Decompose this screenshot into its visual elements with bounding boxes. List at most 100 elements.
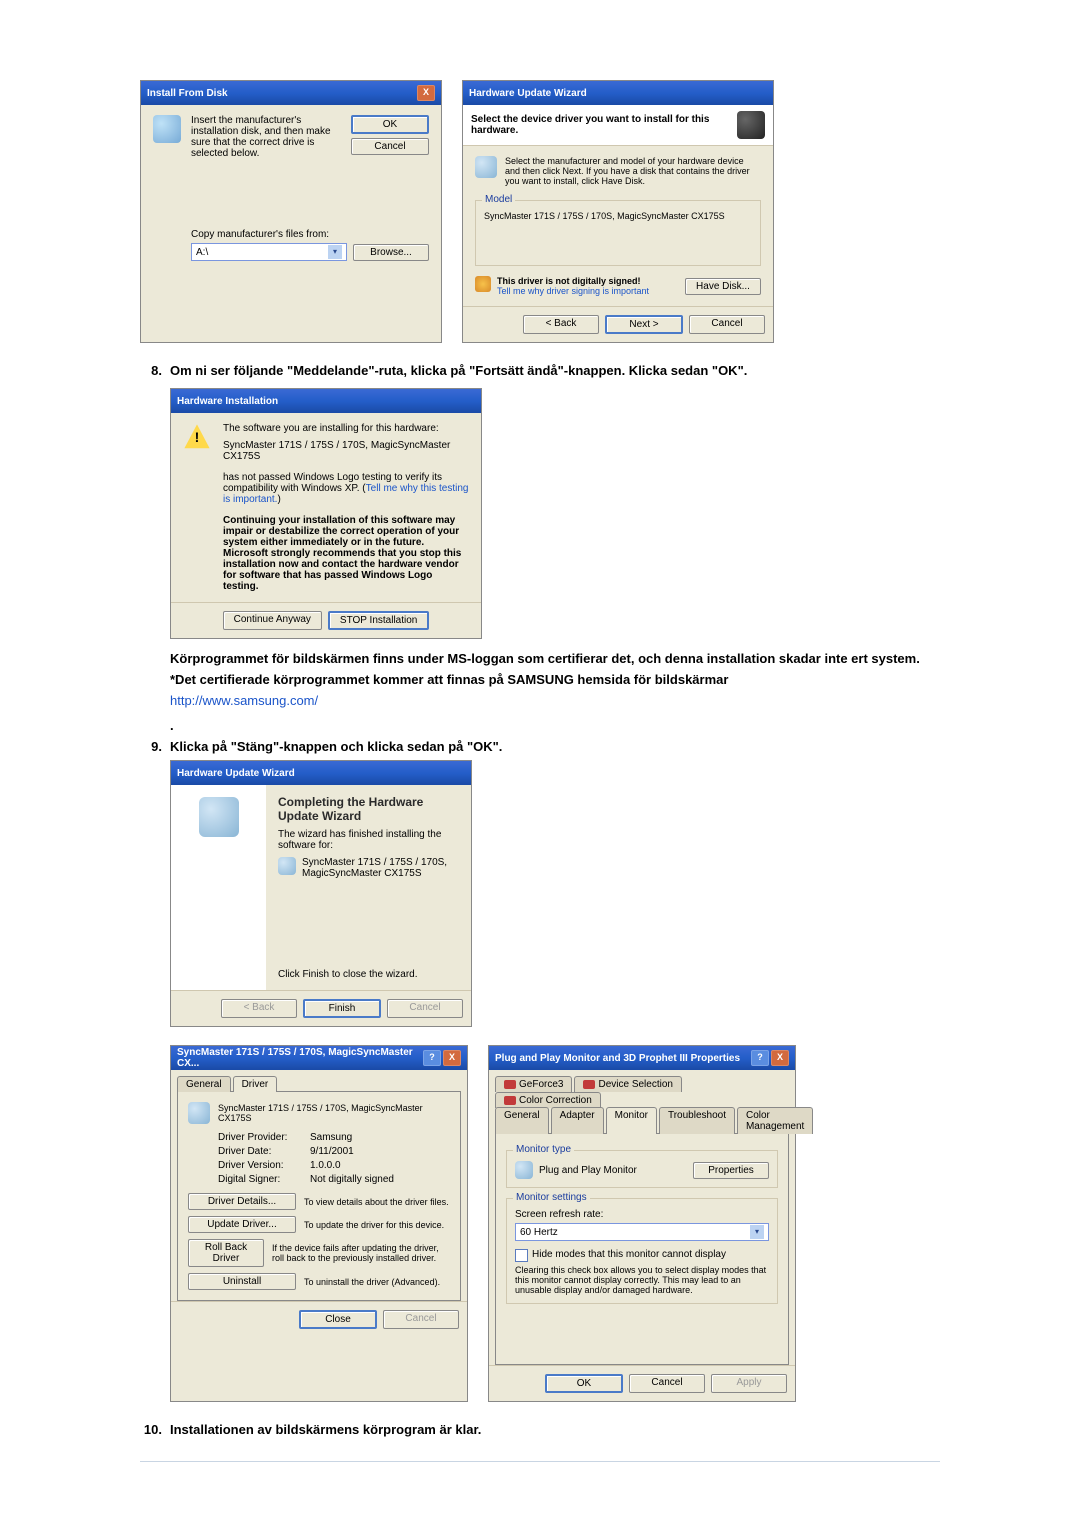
tab-general-m[interactable]: General (495, 1107, 549, 1134)
monitor-icon (515, 1161, 533, 1179)
tab-general[interactable]: General (177, 1076, 231, 1092)
chevron-down-icon[interactable]: ▾ (750, 1225, 764, 1239)
rollback-driver-button[interactable]: Roll Back Driver (188, 1239, 264, 1267)
hw-install-line1: The software you are installing for this… (223, 423, 469, 434)
next-button[interactable]: Next > (605, 315, 683, 334)
help-icon[interactable]: ? (751, 1050, 769, 1066)
monitor-settings-label: Monitor settings (513, 1192, 590, 1203)
chevron-down-icon[interactable]: ▾ (328, 245, 342, 259)
not-signed-warning: This driver is not digitally signed! (497, 276, 641, 286)
after-step8-p1: Körprogrammet för bildskärmen finns unde… (170, 651, 940, 666)
tab-geforce3[interactable]: GeForce3 (495, 1076, 572, 1092)
continue-anyway-button[interactable]: Continue Anyway (223, 611, 322, 630)
back-button[interactable]: < Back (523, 315, 599, 334)
update-driver-button[interactable]: Update Driver... (188, 1216, 296, 1233)
hw-complete-dialog: Hardware Update Wizard Completing the Ha… (170, 760, 472, 1027)
tab-device-selection[interactable]: Device Selection (574, 1076, 681, 1092)
samsung-link[interactable]: http://www.samsung.com/ (170, 693, 318, 708)
close-icon[interactable]: X (771, 1050, 789, 1066)
finish-button[interactable]: Finish (303, 999, 381, 1018)
close-icon[interactable]: X (443, 1050, 461, 1066)
tab-troubleshoot[interactable]: Troubleshoot (659, 1107, 735, 1134)
rollback-driver-desc: If the device fails after updating the d… (272, 1243, 450, 1263)
install-from-disk-titlebar: Install From Disk X (141, 81, 441, 105)
refresh-rate-label: Screen refresh rate: (515, 1209, 769, 1220)
hide-modes-label: Hide modes that this monitor cannot disp… (532, 1249, 726, 1262)
nvidia-icon (504, 1096, 516, 1105)
hw-complete-title: Hardware Update Wizard (177, 768, 295, 779)
tell-why-signing-link[interactable]: Tell me why driver signing is important (497, 286, 649, 296)
driver-version-value: 1.0.0.0 (310, 1160, 341, 1171)
digital-signer-value: Not digitally signed (310, 1174, 394, 1185)
driver-details-button[interactable]: Driver Details... (188, 1193, 296, 1210)
wizard-icon (737, 111, 765, 139)
hw-update-titlebar: Hardware Update Wizard (463, 81, 773, 105)
nvidia-icon (504, 1080, 516, 1089)
step-8-text: Om ni ser följande "Meddelande"-ruta, kl… (170, 363, 940, 378)
hw-complete-heading: Completing the Hardware Update Wizard (278, 795, 459, 823)
monitor-type-label: Monitor type (513, 1144, 574, 1155)
tab-color-correction[interactable]: Color Correction (495, 1092, 601, 1108)
model-value[interactable]: SyncMaster 171S / 175S / 170S, MagicSync… (484, 211, 752, 221)
driver-provider-value: Samsung (310, 1132, 352, 1143)
monitor-props-titlebar: Plug and Play Monitor and 3D Prophet III… (489, 1046, 795, 1070)
driver-props-titlebar: SyncMaster 171S / 175S / 170S, MagicSync… (171, 1046, 467, 1070)
help-icon[interactable]: ? (423, 1050, 441, 1066)
copy-files-label: Copy manufacturer's files from: (191, 229, 429, 240)
step-10-text: Installationen av bildskärmens körprogra… (170, 1422, 940, 1437)
model-label: Model (482, 194, 515, 205)
hw-install-titlebar: Hardware Installation (171, 389, 481, 413)
trailing-dot: . (170, 718, 940, 733)
driver-properties-dialog: SyncMaster 171S / 175S / 170S, MagicSync… (170, 1045, 468, 1402)
cancel-button[interactable]: Cancel (689, 315, 765, 334)
hide-modes-desc: Clearing this check box allows you to se… (515, 1265, 769, 1295)
close-icon[interactable]: X (417, 85, 435, 101)
cancel-button[interactable]: Cancel (629, 1374, 705, 1393)
driver-details-desc: To view details about the driver files. (304, 1197, 449, 1207)
hw-update-body: Select the manufacturer and model of you… (505, 156, 761, 186)
nvidia-icon (583, 1080, 595, 1089)
install-from-disk-title: Install From Disk (147, 88, 228, 99)
shield-warning-icon (475, 276, 491, 292)
hide-modes-checkbox[interactable] (515, 1249, 528, 1262)
monitor-type-value: Plug and Play Monitor (539, 1165, 637, 1176)
browse-button[interactable]: Browse... (353, 244, 429, 261)
install-from-disk-instruction: Insert the manufacturer's installation d… (191, 115, 341, 159)
hw-complete-titlebar: Hardware Update Wizard (171, 761, 471, 785)
copy-path-value: A:\ (196, 247, 208, 258)
tab-driver[interactable]: Driver (233, 1076, 278, 1092)
refresh-rate-dropdown[interactable]: 60 Hertz ▾ (515, 1223, 769, 1241)
warning-icon (183, 423, 211, 451)
refresh-rate-value: 60 Hertz (520, 1227, 558, 1238)
back-button-disabled: < Back (221, 999, 297, 1018)
wizard-side-image (171, 785, 266, 990)
copy-path-dropdown[interactable]: A:\ ▾ (191, 243, 347, 261)
ok-button[interactable]: OK (351, 115, 429, 134)
cancel-button-disabled: Cancel (383, 1310, 459, 1329)
hw-install-title: Hardware Installation (177, 396, 278, 407)
stop-installation-button[interactable]: STOP Installation (328, 611, 429, 630)
apply-button-disabled: Apply (711, 1374, 787, 1393)
divider (140, 1461, 940, 1462)
update-driver-desc: To update the driver for this device. (304, 1220, 444, 1230)
step-10-number: 10. (140, 1422, 162, 1437)
ok-button[interactable]: OK (545, 1374, 623, 1393)
device-icon (475, 156, 497, 178)
step-9-number: 9. (140, 739, 162, 754)
hardware-installation-dialog: Hardware Installation The software you a… (170, 388, 482, 639)
step-9-text: Klicka på "Stäng"-knappen och klicka sed… (170, 739, 940, 754)
hw-update-headline: Select the device driver you want to ins… (471, 114, 737, 136)
tab-color-management[interactable]: Color Management (737, 1107, 813, 1134)
uninstall-button[interactable]: Uninstall (188, 1273, 296, 1290)
cancel-button[interactable]: Cancel (351, 138, 429, 155)
have-disk-button[interactable]: Have Disk... (685, 278, 761, 295)
device-icon (188, 1102, 210, 1124)
tab-monitor[interactable]: Monitor (606, 1107, 657, 1134)
install-from-disk-dialog: Install From Disk X Insert the manufactu… (140, 80, 442, 343)
driver-props-title: SyncMaster 171S / 175S / 170S, MagicSync… (177, 1047, 423, 1069)
hw-update-title: Hardware Update Wizard (469, 88, 587, 99)
monitor-properties-button[interactable]: Properties (693, 1162, 769, 1179)
tab-adapter[interactable]: Adapter (551, 1107, 604, 1134)
hw-install-bold-warning: Continuing your installation of this sof… (223, 515, 469, 592)
close-button[interactable]: Close (299, 1310, 377, 1329)
